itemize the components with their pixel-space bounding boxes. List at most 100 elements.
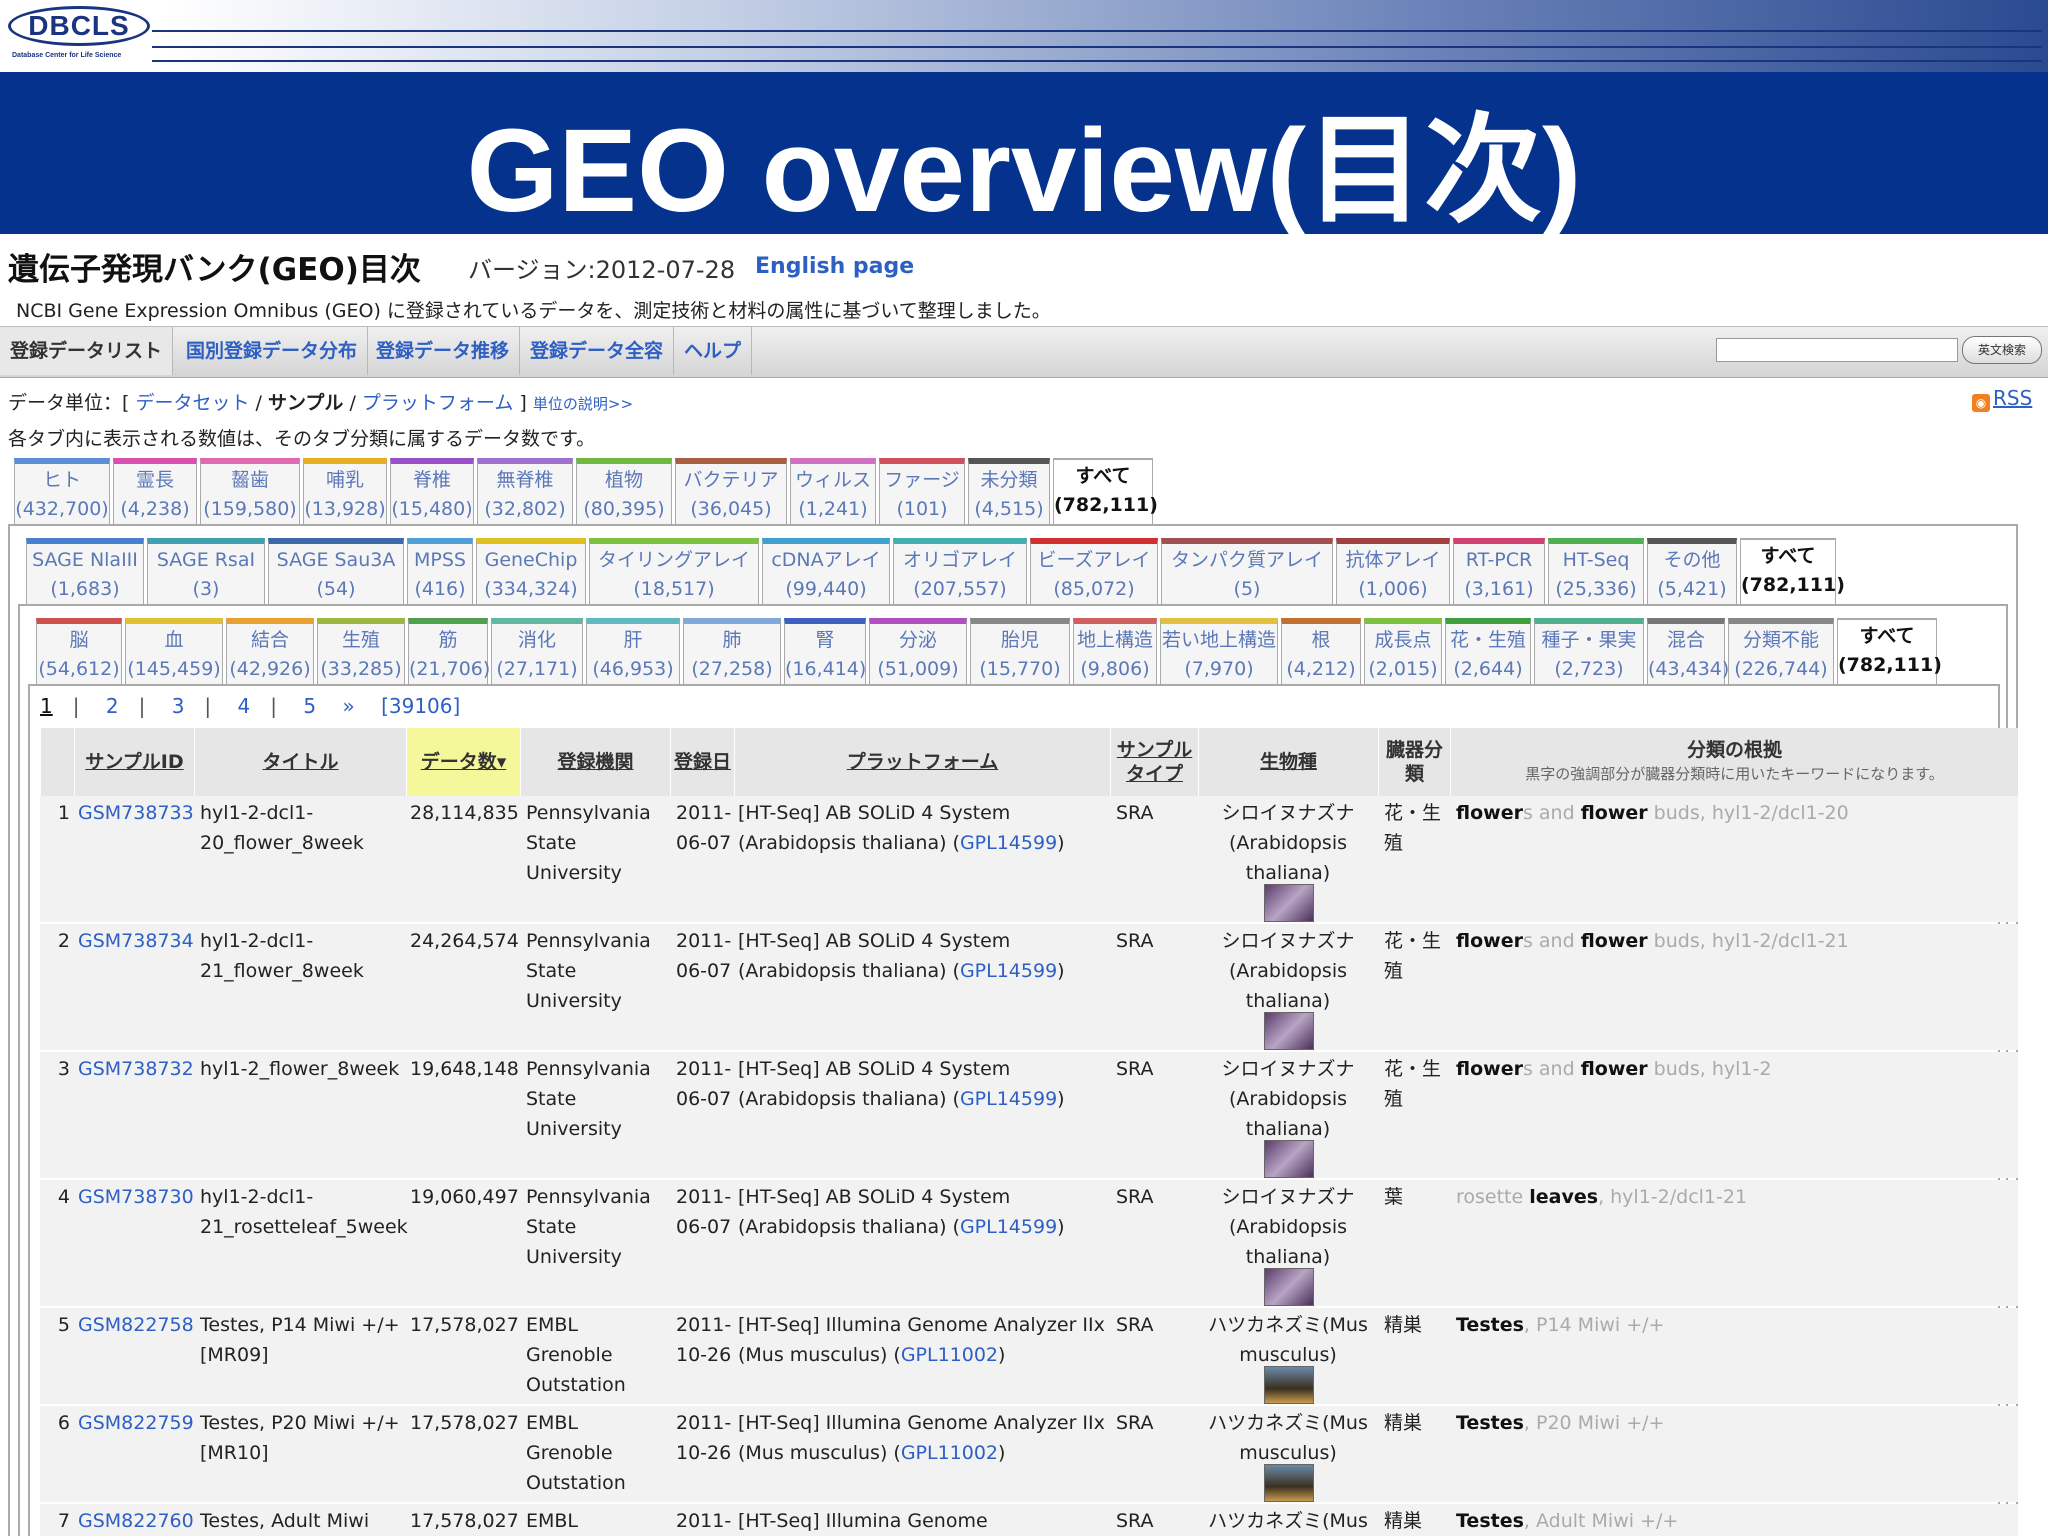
tech-tab-11[interactable]: RT-PCR (3,161)	[1453, 538, 1545, 606]
next-page-link[interactable]: »	[342, 694, 354, 718]
col-organism[interactable]: 生物種	[1198, 728, 1378, 796]
org-text: ハツカネズミ(Mus musculus)	[1208, 1314, 1368, 1366]
organism-tab-10[interactable]: 未分類 (4,515)	[968, 458, 1050, 526]
sample-id-link[interactable]: GSM738733	[78, 802, 194, 824]
tissue-tab-8[interactable]: 腎 (16,414)	[784, 618, 866, 686]
tab-label: 哺乳	[325, 469, 364, 491]
tissue-tab-12[interactable]: 若い地上構造 (7,970)	[1160, 618, 1278, 686]
tech-tab-2[interactable]: SAGE Sau3A (54)	[268, 538, 404, 606]
organism-tab-9[interactable]: ファージ (101)	[879, 458, 965, 526]
tech-tab-7[interactable]: オリゴアレイ (207,557)	[893, 538, 1027, 606]
page-3-link[interactable]: 3	[172, 694, 185, 718]
organism-tab-5[interactable]: 無脊椎 (32,802)	[477, 458, 573, 526]
page-2-link[interactable]: 2	[106, 694, 119, 718]
unit-suffix: ]	[519, 392, 527, 414]
mouse-thumbnail-icon[interactable]	[1264, 1366, 1314, 1404]
arabidopsis-thumbnail-icon[interactable]	[1264, 884, 1314, 922]
tissue-tab-10[interactable]: 胎児 (15,770)	[970, 618, 1070, 686]
col-data-count[interactable]: データ数 ▾	[406, 728, 520, 796]
tech-tab-13[interactable]: その他 (5,421)	[1647, 538, 1737, 606]
organism-tab-1[interactable]: 霊長 (4,238)	[113, 458, 197, 526]
organism-tab-2[interactable]: 齧歯 (159,580)	[200, 458, 300, 526]
organism-tab-4[interactable]: 脊椎 (15,480)	[390, 458, 474, 526]
english-search-button[interactable]: 英文検索	[1962, 336, 2042, 364]
tissue-tab-2[interactable]: 結合 (42,926)	[226, 618, 314, 686]
col-sample-type[interactable]: サンプルタイプ	[1110, 728, 1198, 796]
nav-data-overview[interactable]: 登録データ全容	[520, 327, 675, 375]
mouse-thumbnail-icon[interactable]	[1264, 1464, 1314, 1502]
platform-id-link[interactable]: GPL11002	[901, 1442, 998, 1464]
arabidopsis-thumbnail-icon[interactable]	[1264, 1140, 1314, 1178]
nav-data-trend[interactable]: 登録データ推移	[366, 327, 521, 375]
cell-basis: flowers and flower buds, hyl1-2/dcl1-21	[1456, 926, 2016, 956]
col-institution[interactable]: 登録機関	[520, 728, 670, 796]
platform-id-link[interactable]: GPL14599	[960, 832, 1057, 854]
tech-tab-10[interactable]: 抗体アレイ (1,006)	[1336, 538, 1450, 606]
tissue-tab-17[interactable]: 混合 (43,434)	[1647, 618, 1729, 686]
cell-inst: Pennsylvania State University	[526, 1054, 666, 1144]
stype-text: SRA	[1116, 1186, 1154, 1208]
tech-tab-5[interactable]: タイリングアレイ (18,517)	[589, 538, 759, 606]
tech-tab-4[interactable]: GeneChip (334,324)	[476, 538, 586, 606]
tech-tab-9[interactable]: タンパク質アレイ (5)	[1161, 538, 1333, 606]
total-pages-link[interactable]: [39106]	[381, 694, 460, 718]
tissue-tab-11[interactable]: 地上構造 (9,806)	[1073, 618, 1157, 686]
tech-tab-12[interactable]: HT-Seq (25,336)	[1548, 538, 1644, 606]
tech-tab-0[interactable]: SAGE NlaIII (1,683)	[26, 538, 144, 606]
sample-id-link[interactable]: GSM822758	[78, 1314, 194, 1336]
nav-help[interactable]: ヘルプ	[674, 327, 753, 375]
tech-tab-14[interactable]: すべて (782,111)	[1740, 538, 1845, 606]
tissue-tab-14[interactable]: 成長点 (2,015)	[1364, 618, 1442, 686]
tech-tab-1[interactable]: SAGE RsaI (3)	[147, 538, 265, 606]
sample-id-link[interactable]: GSM738732	[78, 1058, 194, 1080]
tissue-tab-1[interactable]: 血 (145,459)	[125, 618, 223, 686]
platform-id-link[interactable]: GPL14599	[960, 1216, 1057, 1238]
nav-country-distribution[interactable]: 国別登録データ分布	[176, 327, 369, 375]
tech-tab-6[interactable]: cDNAアレイ (99,440)	[762, 538, 890, 606]
platform-id-link[interactable]: GPL11002	[901, 1344, 998, 1366]
organism-tab-0[interactable]: ヒト (432,700)	[14, 458, 110, 526]
platform-id-link[interactable]: GPL14599	[960, 960, 1057, 982]
col-date[interactable]: 登録日	[670, 728, 734, 796]
arabidopsis-thumbnail-icon[interactable]	[1264, 1012, 1314, 1050]
organism-tab-8[interactable]: ウィルス (1,241)	[790, 458, 876, 526]
nav-data-list[interactable]: 登録データリスト	[0, 327, 174, 375]
tissue-tab-4[interactable]: 筋 (21,706)	[408, 618, 490, 686]
organism-tab-6[interactable]: 植物 (80,395)	[576, 458, 672, 526]
search-input[interactable]	[1716, 338, 1958, 362]
col-title[interactable]: タイトル	[194, 728, 406, 796]
tissue-tab-15[interactable]: 花・生殖 (2,644)	[1445, 618, 1531, 686]
rss-link[interactable]: ◉ RSS	[1972, 386, 2032, 412]
tissue-tab-0[interactable]: 脳 (54,612)	[36, 618, 122, 686]
platform-id-link[interactable]: GPL14599	[960, 1088, 1057, 1110]
cell-id: GSM738734	[78, 926, 194, 956]
col-platform[interactable]: プラットフォーム	[734, 728, 1110, 796]
tissue-tab-18[interactable]: 分類不能 (226,744)	[1728, 618, 1834, 686]
organism-tab-3[interactable]: 哺乳 (13,928)	[303, 458, 387, 526]
tissue-tab-6[interactable]: 肝 (46,953)	[586, 618, 680, 686]
unit-help-link[interactable]: 単位の説明>>	[533, 395, 633, 413]
tissue-tab-16[interactable]: 種子・果実 (2,723)	[1534, 618, 1644, 686]
sample-id-link[interactable]: GSM738734	[78, 930, 194, 952]
sample-id-link[interactable]: GSM822760	[78, 1510, 194, 1532]
organism-tab-11[interactable]: すべて (782,111)	[1053, 458, 1158, 526]
tissue-tab-5[interactable]: 消化 (27,171)	[491, 618, 583, 686]
tissue-tab-19[interactable]: すべて (782,111)	[1837, 618, 1942, 686]
page-4-link[interactable]: 4	[238, 694, 251, 718]
unit-dataset-link[interactable]: データセット	[135, 392, 249, 414]
tissue-tab-9[interactable]: 分泌 (51,009)	[869, 618, 967, 686]
col-sample-id[interactable]: サンプルID	[74, 728, 194, 796]
english-page-link[interactable]: English page	[755, 254, 914, 279]
sample-id-link[interactable]: GSM822759	[78, 1412, 194, 1434]
tech-tab-8[interactable]: ビーズアレイ (85,072)	[1030, 538, 1158, 606]
sample-id-link[interactable]: GSM738730	[78, 1186, 194, 1208]
tissue-tab-3[interactable]: 生殖 (33,285)	[317, 618, 405, 686]
arabidopsis-thumbnail-icon[interactable]	[1264, 1268, 1314, 1306]
tech-tab-3[interactable]: MPSS (416)	[407, 538, 473, 606]
unit-platform-link[interactable]: プラットフォーム	[362, 392, 513, 414]
tissue-tab-7[interactable]: 肺 (27,258)	[683, 618, 781, 686]
organism-tab-7[interactable]: バクテリア (36,045)	[675, 458, 787, 526]
page-5-link[interactable]: 5	[303, 694, 316, 718]
basis-keyword: Testes	[1456, 1510, 1524, 1532]
tissue-tab-13[interactable]: 根 (4,212)	[1281, 618, 1361, 686]
